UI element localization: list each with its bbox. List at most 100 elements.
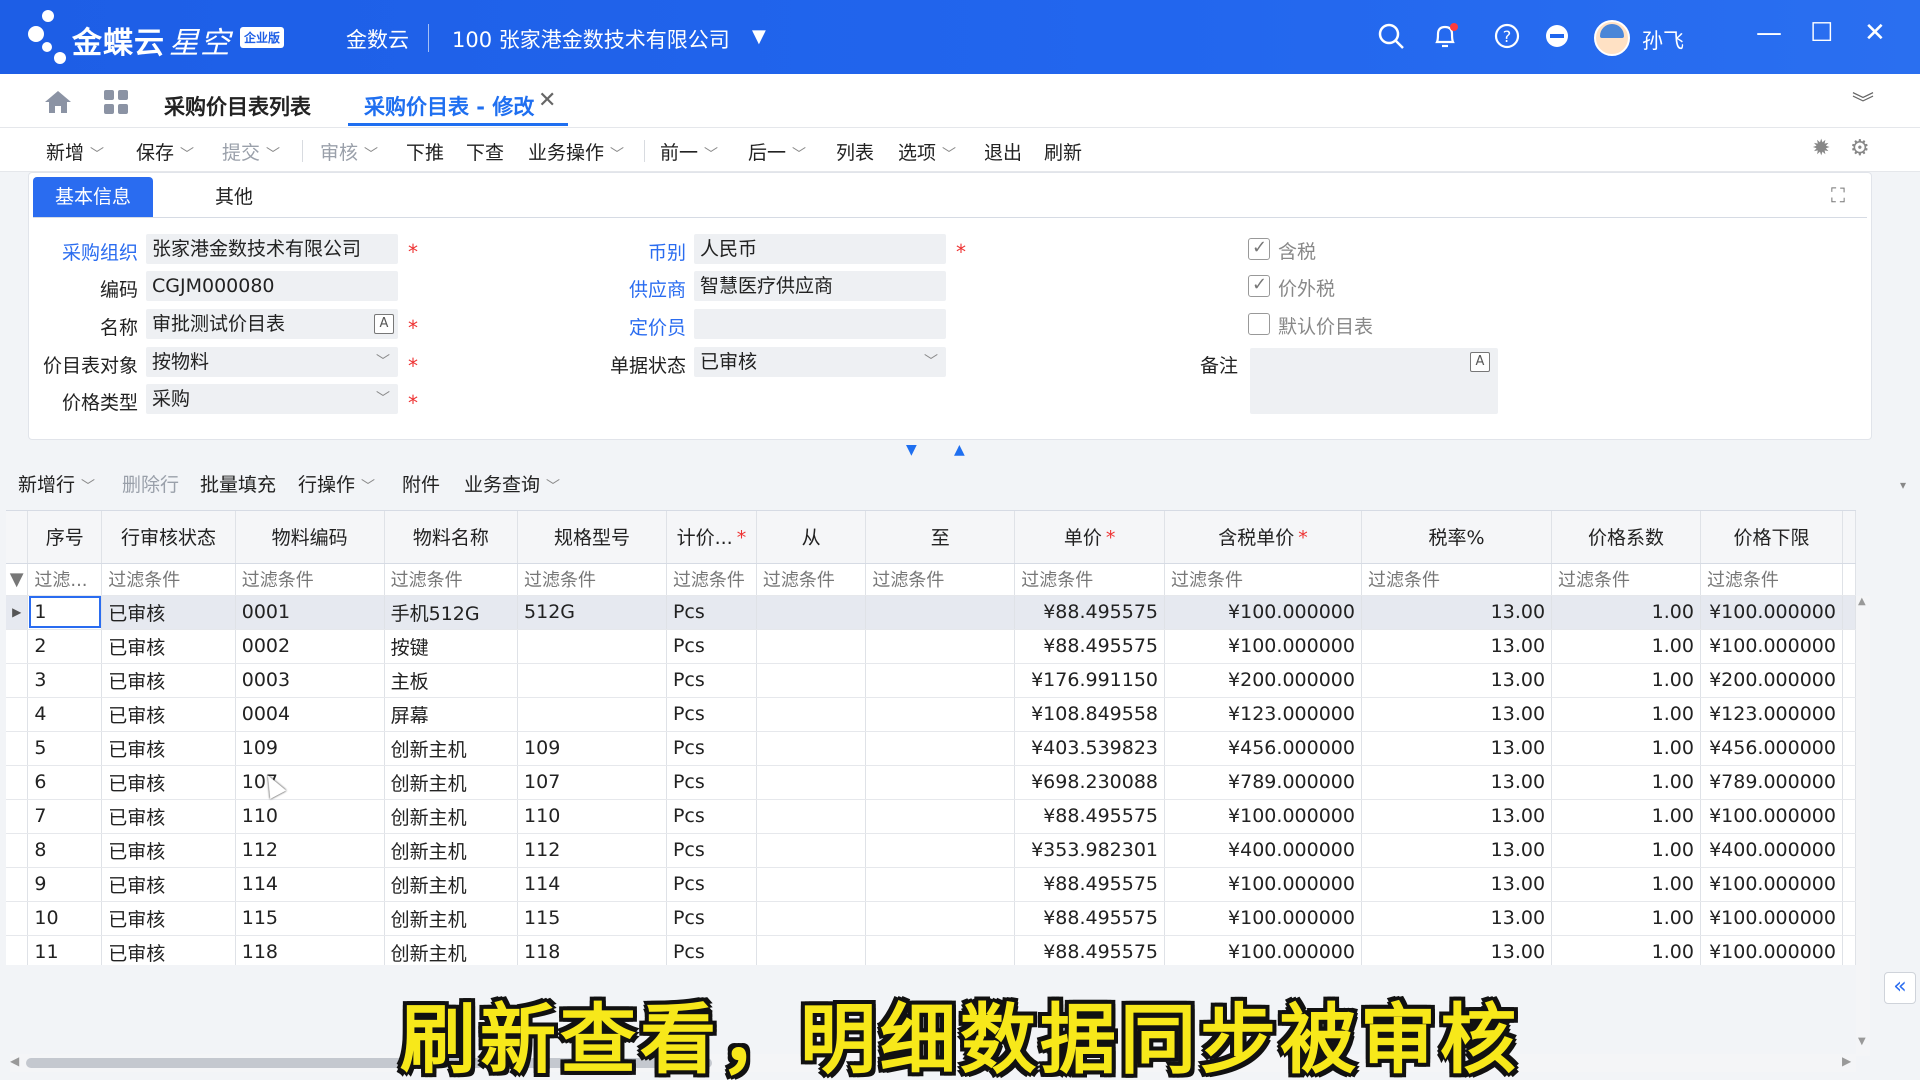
table-row[interactable]: 11 已审核 118 创新主机 118 Pcs ¥88.495575 ¥100.000000 1… (6, 935, 1856, 965)
price-type-select[interactable]: 采购 ﹀ (146, 384, 398, 414)
table-cell[interactable]: 10 (27, 901, 103, 936)
table-cell[interactable]: Pcs (666, 799, 757, 834)
doc-status-select[interactable]: 已审核 ﹀ (694, 347, 946, 377)
table-cell[interactable]: 107 (235, 765, 385, 800)
table-cell[interactable]: 13.00 (1361, 901, 1553, 936)
filter-cell[interactable]: 过滤条件 (384, 563, 519, 596)
pricer-field[interactable] (694, 309, 946, 339)
remark-textarea[interactable]: A (1250, 348, 1498, 414)
biz-query-button[interactable]: 业务查询 ﹀ (464, 470, 560, 497)
table-cell[interactable]: 13.00 (1361, 833, 1553, 868)
refresh-button[interactable]: 刷新 (1044, 138, 1082, 165)
table-cell[interactable]: 115 (517, 901, 667, 936)
table-cell[interactable]: Pcs (666, 697, 757, 732)
table-cell[interactable]: 13.00 (1361, 765, 1553, 800)
column-header[interactable]: 至 (865, 511, 1016, 564)
row-indicator[interactable] (6, 697, 29, 732)
table-cell[interactable] (865, 765, 1016, 800)
search-icon[interactable] (1376, 22, 1406, 52)
options-button[interactable]: 选项 ﹀ (898, 138, 956, 165)
table-cell[interactable]: 112 (235, 833, 385, 868)
apps-grid-icon[interactable] (104, 90, 128, 114)
target-select[interactable]: 按物料 ﹀ (146, 347, 398, 377)
table-cell[interactable]: Pcs (666, 663, 757, 698)
table-cell[interactable] (517, 697, 667, 732)
table-cell[interactable] (756, 629, 867, 664)
table-cell[interactable]: Pcs (666, 731, 757, 766)
push-down-button[interactable]: 下推 (406, 138, 444, 165)
table-cell[interactable] (865, 901, 1016, 936)
collapse-down-icon[interactable]: ▼ (906, 442, 917, 458)
table-cell[interactable]: ¥456.000000 (1700, 731, 1844, 766)
currency-label[interactable]: 币别 (566, 238, 686, 265)
table-cell[interactable]: Pcs (666, 935, 757, 965)
table-cell[interactable]: ¥100.000000 (1700, 935, 1844, 965)
add-button[interactable]: 新增 ﹀ (46, 138, 104, 165)
table-row[interactable]: 2 已审核 0002 按键 Pcs ¥88.495575 ¥100.000000 13.00 1… (6, 629, 1856, 664)
table-cell[interactable]: 107 (517, 765, 667, 800)
bell-icon[interactable] (1430, 22, 1460, 52)
table-cell[interactable]: ¥400.000000 (1164, 833, 1362, 868)
filter-cell[interactable]: 过滤条件 (865, 563, 1016, 596)
table-cell[interactable]: 1.00 (1551, 901, 1701, 936)
table-cell[interactable]: 已审核 (101, 629, 236, 664)
column-header[interactable]: 价格下限 (1700, 511, 1844, 564)
table-cell[interactable]: ¥789.000000 (1700, 765, 1844, 800)
table-cell[interactable] (756, 901, 867, 936)
username[interactable]: 孙飞 (1642, 25, 1684, 55)
table-row[interactable]: ▶ 1 已审核 0001 手机512G 512G Pcs ¥88.495575 ¥100.000… (6, 595, 1856, 630)
table-cell[interactable]: ¥456.000000 (1164, 731, 1362, 766)
table-cell[interactable]: ¥100.000000 (1700, 799, 1844, 834)
table-cell[interactable]: 1.00 (1551, 629, 1701, 664)
multilang-text-icon[interactable]: A (1470, 352, 1490, 372)
fullscreen-icon[interactable]: ⛶ (1831, 183, 1845, 207)
table-cell[interactable]: 1.00 (1551, 765, 1701, 800)
next-button[interactable]: 后一 ﹀ (748, 138, 806, 165)
table-row[interactable]: 8 已审核 112 创新主机 112 Pcs ¥353.982301 ¥400.000000 1… (6, 833, 1856, 868)
table-cell[interactable]: Pcs (666, 901, 757, 936)
column-header[interactable]: 含税单价 * (1164, 511, 1362, 564)
name-field[interactable]: 审批测试价目表 A (146, 309, 398, 339)
table-row[interactable]: 9 已审核 114 创新主机 114 Pcs ¥88.495575 ¥100.000000 13… (6, 867, 1856, 902)
multilang-text-icon[interactable]: A (374, 314, 394, 334)
purchase-org-field[interactable]: 张家港金数技术有限公司 (146, 234, 398, 264)
table-cell[interactable]: 8 (27, 833, 103, 868)
prev-button[interactable]: 前一 ﹀ (660, 138, 718, 165)
table-cell[interactable]: 0002 (235, 629, 385, 664)
table-cell[interactable] (865, 799, 1016, 834)
table-cell[interactable]: 3 (27, 663, 103, 698)
table-cell[interactable]: ¥123.000000 (1164, 697, 1362, 732)
row-indicator[interactable] (6, 765, 29, 800)
filter-cell[interactable]: 过滤条件 (1361, 563, 1553, 596)
table-row[interactable]: 4 已审核 0004 屏幕 Pcs ¥108.849558 ¥123.000000 13.00… (6, 697, 1856, 732)
table-cell[interactable]: 13.00 (1361, 867, 1553, 902)
supplier-label[interactable]: 供应商 (566, 275, 686, 302)
table-cell[interactable]: 已审核 (101, 663, 236, 698)
tax-excluded-checkbox[interactable] (1248, 274, 1270, 297)
table-row[interactable]: 7 已审核 110 创新主机 110 Pcs ¥88.495575 ¥100.000000 13… (6, 799, 1856, 834)
avatar[interactable] (1594, 20, 1630, 56)
row-indicator[interactable] (6, 935, 29, 965)
column-header[interactable]: 序号 (27, 511, 103, 564)
current-row-arrow-icon[interactable]: ▶ (6, 595, 29, 630)
table-cell[interactable]: 110 (517, 799, 667, 834)
table-cell[interactable] (865, 629, 1016, 664)
table-cell[interactable]: Pcs (666, 833, 757, 868)
table-cell[interactable]: ¥789.000000 (1164, 765, 1362, 800)
table-cell[interactable]: 主板 (384, 663, 519, 698)
business-ops-button[interactable]: 业务操作 ﹀ (528, 138, 624, 165)
table-cell[interactable]: ¥88.495575 (1014, 595, 1166, 630)
double-chevron-down-icon[interactable]: ︾ (1852, 86, 1874, 118)
table-cell[interactable]: 已审核 (101, 731, 236, 766)
table-cell[interactable]: ¥88.495575 (1014, 901, 1166, 936)
table-cell[interactable] (865, 595, 1016, 630)
table-cell[interactable] (756, 595, 867, 630)
table-cell[interactable]: ¥88.495575 (1014, 935, 1166, 965)
table-cell[interactable]: ¥100.000000 (1164, 867, 1362, 902)
table-cell[interactable]: Pcs (666, 595, 757, 630)
table-cell[interactable]: 118 (517, 935, 667, 965)
table-cell[interactable] (865, 935, 1016, 965)
table-cell[interactable]: 6 (27, 765, 103, 800)
delete-row-button[interactable]: 删除行 (122, 470, 179, 497)
company-selector[interactable]: 100 张家港金数技术有限公司 (452, 24, 730, 54)
